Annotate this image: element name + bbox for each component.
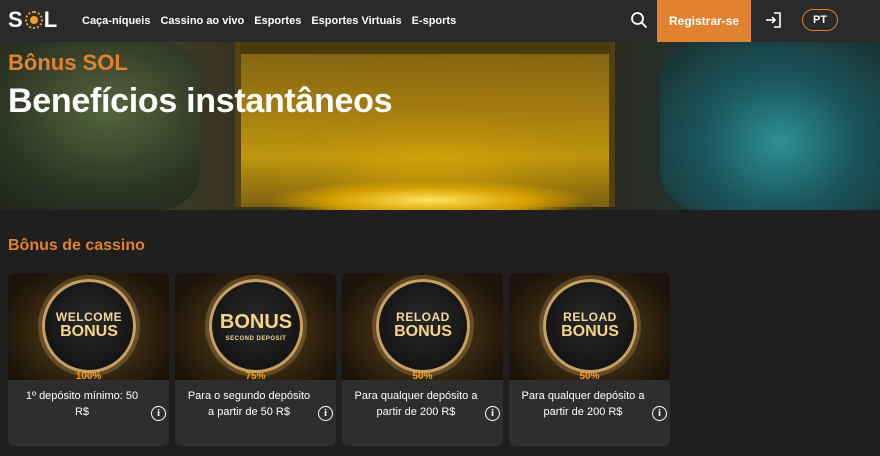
- medal-line1: RELOAD: [396, 310, 450, 325]
- promo-banner: Bônus SOL Benefícios instantâneos: [0, 42, 880, 210]
- login-icon[interactable]: [763, 10, 783, 30]
- bonus-percent: 100%: [75, 371, 102, 382]
- info-icon[interactable]: i: [485, 406, 500, 421]
- bonus-percent: 75%: [245, 371, 266, 382]
- bonus-description: Para qualquer depósito a partir de 200 R…: [521, 390, 645, 418]
- bonus-card-image: WELCOME BONUS: [8, 273, 169, 380]
- bonus-card-image: RELOAD BONUS: [509, 273, 670, 380]
- nav-item-live-casino[interactable]: Cassino ao vivo: [160, 15, 244, 27]
- bonus-card[interactable]: BONUS SECOND DEPOSIT 75% Para o segundo …: [175, 273, 336, 446]
- bonus-card[interactable]: RELOAD BONUS 50% Para qualquer depósito …: [342, 273, 503, 446]
- gold-coins: [270, 172, 590, 210]
- medal-line1: WELCOME: [55, 310, 123, 325]
- bonus-percent: 50%: [412, 371, 433, 382]
- nav-item-esports[interactable]: E-sports: [412, 15, 457, 27]
- top-navigation-bar: SL Caça-níqueis Cassino ao vivo Esportes…: [0, 0, 880, 42]
- sun-icon: [24, 11, 43, 29]
- register-button[interactable]: Registrar-se: [657, 0, 751, 42]
- welcome-bonus-medal: WELCOME BONUS: [42, 279, 136, 373]
- bonus-description: 1º depósito mínimo: 50 R$: [25, 390, 139, 418]
- medal-line2: BONUS: [394, 322, 452, 340]
- logo-letter-l: L: [43, 7, 59, 32]
- banner-title: Benefícios instantâneos: [8, 82, 393, 120]
- info-icon[interactable]: i: [151, 406, 166, 421]
- main-nav: Caça-níqueis Cassino ao vivo Esportes Es…: [82, 0, 456, 42]
- reload-bonus-medal: RELOAD BONUS: [543, 279, 637, 373]
- medal-line2: BONUS: [561, 322, 619, 340]
- bonus-description: Para qualquer depósito a partir de 200 R…: [354, 390, 478, 418]
- medal-line2: BONUS: [219, 310, 293, 333]
- bonus-percent: 50%: [579, 371, 600, 382]
- bonus-card[interactable]: RELOAD BONUS 50% Para qualquer depósito …: [509, 273, 670, 446]
- reload-bonus-medal: RELOAD BONUS: [376, 279, 470, 373]
- info-icon[interactable]: i: [652, 406, 667, 421]
- bonus-card-image: RELOAD BONUS: [342, 273, 503, 380]
- info-icon[interactable]: i: [318, 406, 333, 421]
- medal-line1: RELOAD: [563, 310, 617, 325]
- bonus-description: Para o segundo depósito a partir de 50 R…: [187, 390, 311, 418]
- bonus-card[interactable]: WELCOME BONUS 100% 1º depósito mínimo: 5…: [8, 273, 169, 446]
- logo-letter-s: S: [8, 7, 24, 32]
- section-title: Bônus de cassino: [8, 237, 145, 254]
- banner-kicker: Bônus SOL: [8, 50, 128, 75]
- nav-item-sports[interactable]: Esportes: [254, 15, 301, 27]
- medal-line2: BONUS: [60, 322, 118, 340]
- nav-item-slots[interactable]: Caça-níqueis: [82, 15, 150, 27]
- treasure-chest-right: [660, 42, 880, 210]
- medal-sub: SECOND DEPOSIT: [225, 335, 287, 342]
- bonus-card-image: BONUS SECOND DEPOSIT: [175, 273, 336, 380]
- second-deposit-medal: BONUS SECOND DEPOSIT: [209, 279, 303, 373]
- bonus-card-list: WELCOME BONUS 100% 1º depósito mínimo: 5…: [8, 273, 670, 446]
- chest-lid: [240, 42, 610, 54]
- sol-logo[interactable]: SL: [8, 7, 58, 33]
- nav-item-virtual-sports[interactable]: Esportes Virtuais: [311, 15, 401, 27]
- language-selector[interactable]: PT: [802, 9, 838, 31]
- search-icon[interactable]: [630, 11, 648, 29]
